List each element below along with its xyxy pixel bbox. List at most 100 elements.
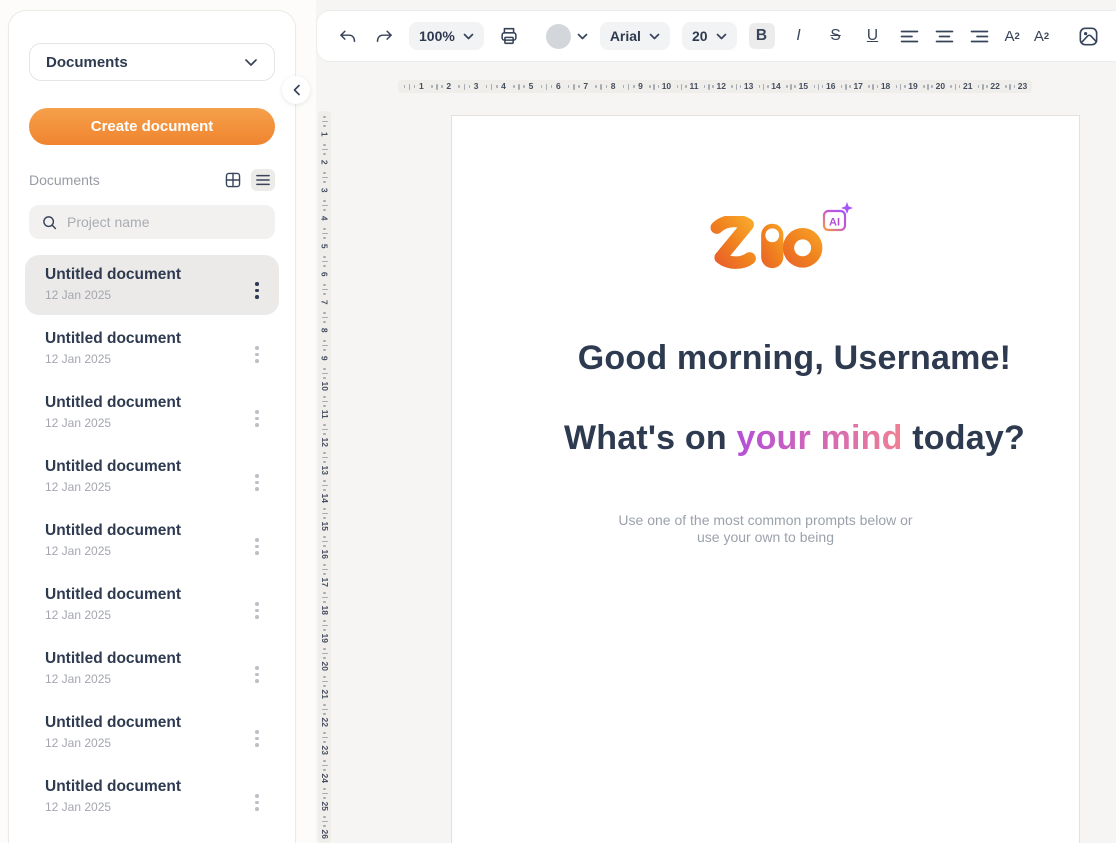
list-view-button[interactable] (251, 169, 275, 191)
workspace-selector-label: Documents (46, 54, 128, 71)
printer-icon (498, 25, 520, 47)
greeting-subtitle: Use one of the most common prompts below… (452, 512, 1079, 546)
vertical-ruler[interactable]: 1234567891011121314151617181920212223242… (318, 111, 331, 843)
workspace-selector[interactable]: Documents (29, 43, 275, 81)
superscript-button[interactable]: A2 (1003, 26, 1022, 47)
font-size-select[interactable]: 20 (682, 22, 737, 50)
redo-icon (374, 27, 395, 46)
document-list-item[interactable]: Untitled document 12 Jan 2025 (25, 639, 279, 699)
grid-icon (224, 171, 242, 189)
create-document-button[interactable]: Create document (29, 108, 275, 145)
font-size-value: 20 (692, 28, 708, 44)
text-color-picker[interactable] (546, 24, 588, 49)
greeting-highlight: your mind (736, 419, 902, 457)
align-center-button[interactable] (933, 27, 956, 46)
document-date: 12 Jan 2025 (45, 800, 181, 814)
align-left-icon (900, 29, 919, 44)
insert-image-button[interactable] (1075, 23, 1102, 50)
search-icon (41, 214, 58, 231)
zio-logo-icon (707, 216, 825, 270)
editor-region: 100% Arial 20 B I S U (316, 0, 1116, 843)
chevron-down-icon (716, 33, 727, 40)
document-list-item[interactable]: Untitled document 12 Jan 2025 (25, 319, 279, 379)
sidebar: Documents Create document Documents (8, 10, 296, 843)
document-date: 12 Jan 2025 (45, 608, 181, 622)
document-menu-button[interactable] (245, 394, 269, 443)
document-date: 12 Jan 2025 (45, 352, 181, 366)
document-list-item[interactable]: Untitled document12 Jan 2025 (25, 383, 279, 443)
greeting-line2-suffix: today? (903, 419, 1025, 457)
toolbar: 100% Arial 20 B I S U (316, 10, 1116, 62)
document-menu-button[interactable] (245, 714, 269, 763)
document-list-item[interactable]: Untitled document 12 Jan 2025 (25, 767, 279, 827)
chevron-left-icon (292, 84, 301, 96)
greeting-heading: Good morning, Username! What's on your m… (452, 298, 1079, 498)
document-list-item[interactable]: Untitled document 12 Jan 2025 (25, 575, 279, 635)
search-box (29, 205, 275, 239)
horizontal-ruler[interactable]: 1234567891011121314151617181920212223 (398, 80, 1032, 93)
document-title: Untitled document (45, 394, 181, 412)
undo-icon (337, 27, 358, 46)
align-right-icon (970, 29, 989, 44)
document-page[interactable]: AI Good morning, Username! What's on you… (451, 115, 1080, 843)
document-date: 12 Jan 2025 (45, 672, 181, 686)
collapse-sidebar-button[interactable] (282, 76, 310, 104)
document-title: Untitled document (45, 586, 181, 604)
color-swatch (546, 24, 571, 49)
subscript-button[interactable]: A2 (1032, 26, 1051, 47)
greeting-line2-prefix: What's on (564, 419, 737, 457)
ai-badge-icon: AI (817, 200, 853, 238)
align-center-icon (935, 29, 954, 44)
document-list: Untitled document 12 Jan 2025 Untitled doc… (25, 255, 279, 827)
zio-logo: AI (707, 216, 825, 270)
align-right-button[interactable] (968, 27, 991, 46)
align-left-button[interactable] (898, 27, 921, 46)
grid-view-button[interactable] (221, 169, 245, 191)
document-title: Untitled document (45, 458, 181, 476)
font-family-value: Arial (610, 28, 641, 44)
redo-button[interactable] (372, 25, 397, 48)
search-input[interactable] (67, 214, 263, 230)
italic-button[interactable]: I (786, 23, 812, 49)
document-date: 12 Jan 2025 (45, 480, 181, 494)
documents-section-label: Documents (29, 172, 221, 188)
bold-button[interactable]: B (749, 23, 775, 49)
document-title: Untitled document (45, 522, 181, 540)
document-menu-button[interactable] (245, 778, 269, 827)
document-date: 12 Jan 2025 (45, 544, 181, 558)
undo-button[interactable] (335, 25, 360, 48)
document-menu-button[interactable] (245, 330, 269, 379)
document-menu-button[interactable] (245, 522, 269, 571)
chevron-down-icon (244, 58, 258, 67)
document-title: Untitled document (45, 330, 181, 348)
document-list-item[interactable]: Untitled document12 Jan 2025 (25, 703, 279, 763)
strikethrough-button[interactable]: S (823, 23, 849, 49)
chevron-down-icon (463, 33, 474, 40)
ai-badge: AI (817, 200, 853, 238)
document-list-item[interactable]: Untitled document 12 Jan 2025 (25, 447, 279, 507)
list-icon (255, 173, 271, 187)
document-menu-button[interactable] (245, 458, 269, 507)
print-button[interactable] (496, 23, 522, 49)
zoom-value: 100% (419, 28, 455, 44)
document-list-item[interactable]: Untitled document 12 Jan 2025 (25, 255, 279, 315)
chevron-down-icon (577, 33, 588, 40)
image-icon (1077, 25, 1100, 48)
underline-button[interactable]: U (860, 23, 886, 49)
document-title: Untitled document (45, 650, 181, 668)
document-menu-button[interactable] (245, 266, 269, 315)
document-title: Untitled document (45, 266, 181, 284)
greeting-line1: Good morning, Username! (578, 339, 1011, 377)
document-menu-button[interactable] (245, 650, 269, 699)
chevron-down-icon (649, 33, 660, 40)
documents-section-header: Documents (29, 169, 275, 191)
font-family-select[interactable]: Arial (600, 22, 670, 50)
document-date: 12 Jan 2025 (45, 288, 181, 302)
document-title: Untitled document (45, 714, 181, 732)
document-list-item[interactable]: Untitled document 12 Jan 2025 (25, 511, 279, 571)
document-menu-button[interactable] (245, 586, 269, 635)
subtitle-line2: use your own to being (697, 529, 834, 545)
document-title: Untitled document (45, 778, 181, 796)
svg-text:AI: AI (829, 217, 840, 229)
zoom-select[interactable]: 100% (409, 22, 484, 50)
